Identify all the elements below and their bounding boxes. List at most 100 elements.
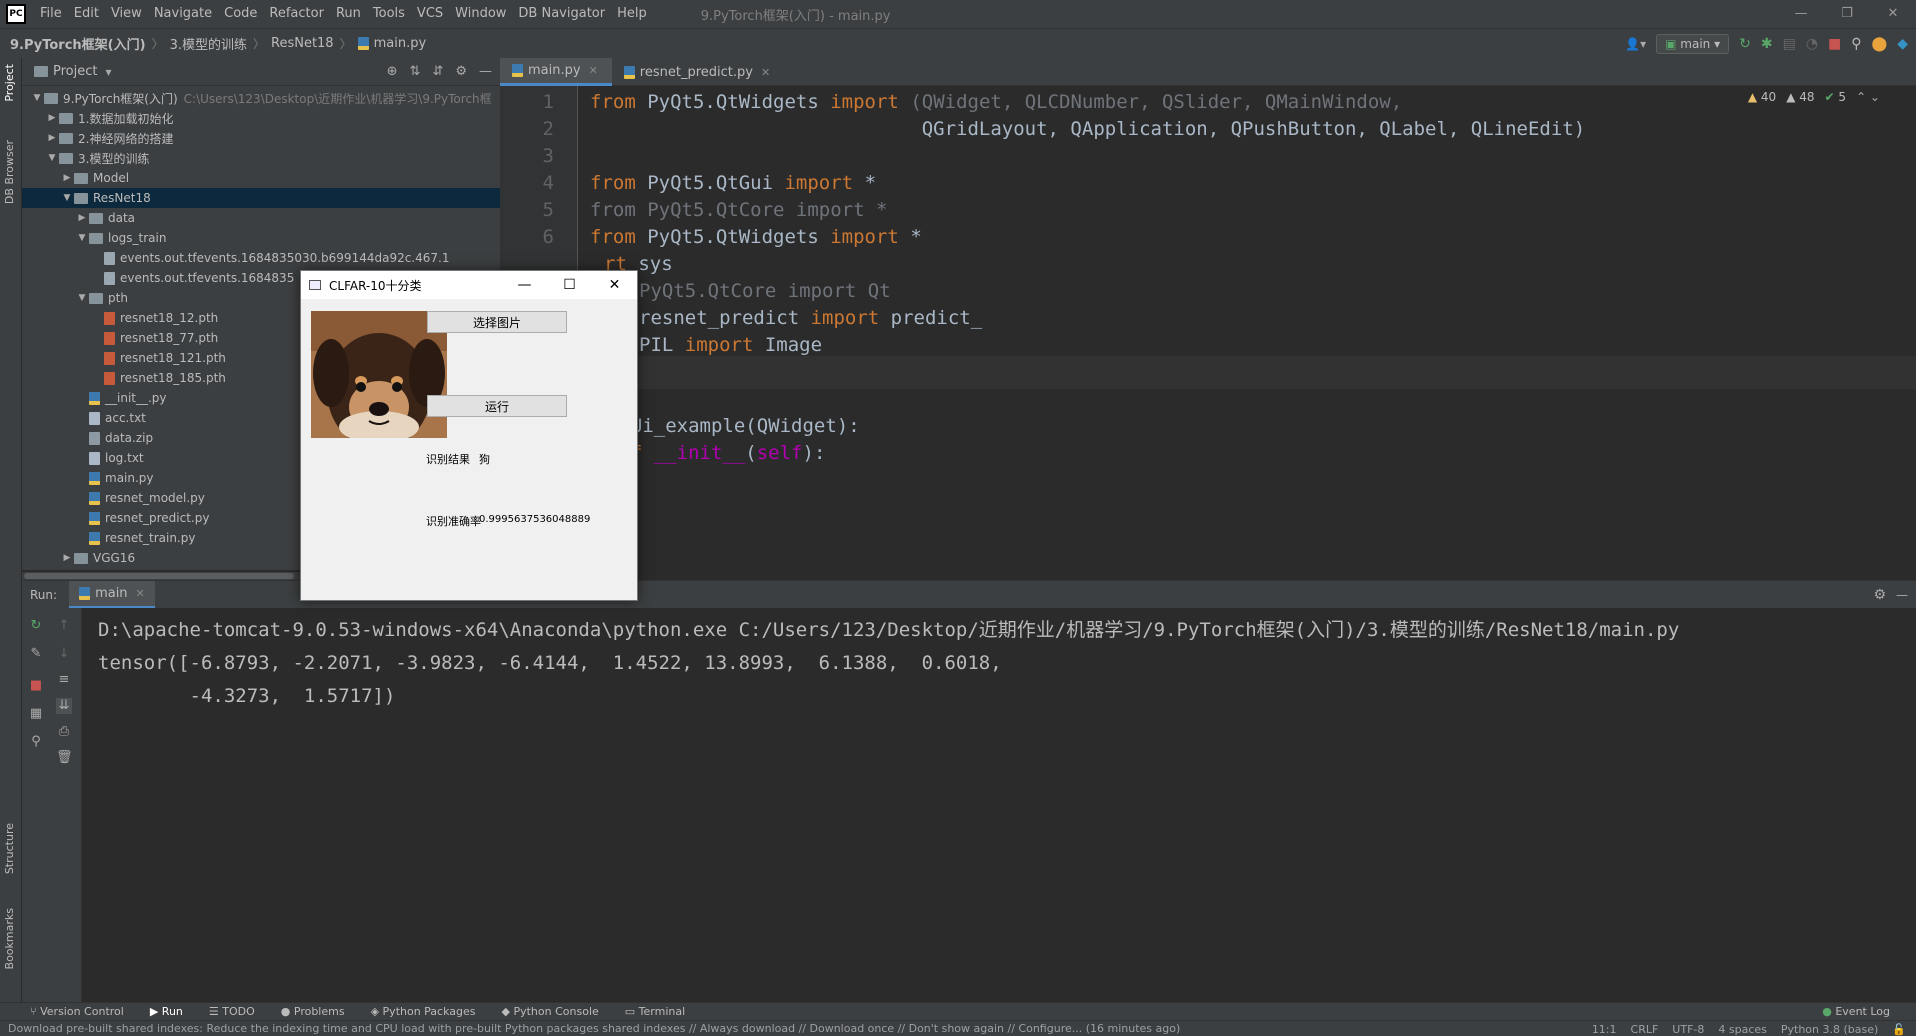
menu-file[interactable]: File — [34, 0, 68, 28]
chevron-right-icon[interactable]: ▶ — [45, 133, 59, 143]
chevron-down-icon[interactable]: ▼ — [75, 293, 89, 303]
menu-help[interactable]: Help — [611, 0, 653, 28]
tab-python-console[interactable]: ◆ Python Console — [502, 1005, 599, 1018]
plugin-icon[interactable]: ◆ — [1897, 36, 1908, 52]
code-editor[interactable]: ▲ 40 ▲ 48 ✔ 5 ⌃ ⌄ from PyQt5.QtWidgets i… — [578, 86, 1916, 570]
wrench-icon[interactable]: ✎ — [28, 646, 44, 662]
hide-icon[interactable]: — — [1896, 588, 1908, 602]
tree-file[interactable]: events.out.tfevents.1684835030.b699144da… — [22, 248, 500, 268]
close-tab-icon[interactable]: ✕ — [136, 587, 145, 600]
expand-all-icon[interactable]: ⇅ — [410, 64, 421, 79]
chevron-right-icon[interactable]: ▶ — [75, 213, 89, 223]
project-tool-tab[interactable]: Project — [3, 64, 16, 102]
print-icon[interactable]: ⎙ — [56, 724, 72, 740]
tab-python-packages[interactable]: ◈ Python Packages — [371, 1005, 476, 1018]
menu-view[interactable]: View — [105, 0, 148, 28]
scroll-end-icon[interactable]: ⇊ — [56, 698, 72, 714]
layout-icon[interactable]: ▦ — [28, 706, 44, 722]
menu-navigate[interactable]: Navigate — [148, 0, 218, 28]
tree-folder[interactable]: ▶ data — [22, 208, 500, 228]
chevron-down-icon[interactable]: ▼ — [45, 153, 59, 163]
search-icon[interactable]: ⚲ — [1851, 36, 1861, 52]
breadcrumb-project[interactable]: 9.PyTorch框架(入门) — [10, 34, 146, 53]
close-icon[interactable]: ✕ — [1870, 0, 1916, 28]
breadcrumb-subfolder[interactable]: ResNet18 — [271, 36, 334, 51]
chevron-right-icon[interactable]: ▶ — [60, 173, 74, 183]
status-message[interactable]: Download pre-built shared indexes: Reduc… — [8, 1022, 1180, 1035]
rerun-icon[interactable]: ↻ — [1739, 36, 1751, 52]
gear-icon[interactable]: ⚙ — [455, 64, 467, 79]
caret-position[interactable]: 11:1 — [1592, 1023, 1617, 1036]
run-tab-main[interactable]: main ✕ — [69, 580, 155, 609]
bookmarks-tool-tab[interactable]: Bookmarks — [3, 908, 16, 969]
file-encoding[interactable]: UTF-8 — [1672, 1023, 1704, 1036]
project-panel-title[interactable]: Project — [53, 64, 97, 79]
menu-code[interactable]: Code — [218, 0, 263, 28]
tree-folder[interactable]: ▼ 3.模型的训练 — [22, 148, 500, 168]
tab-version-control[interactable]: ⑂ Version Control — [30, 1005, 124, 1018]
soft-wrap-icon[interactable]: ≡ — [56, 672, 72, 688]
menu-run[interactable]: Run — [330, 0, 367, 28]
pin-icon[interactable]: ⚲ — [28, 734, 44, 750]
python-interpreter[interactable]: Python 3.8 (base) — [1781, 1023, 1878, 1036]
debug-icon[interactable]: ✱ — [1761, 36, 1773, 52]
chevron-down-icon[interactable]: ▼ — [60, 193, 74, 203]
trash-icon[interactable]: 🗑 — [56, 750, 73, 766]
db-browser-tool-tab[interactable]: DB Browser — [3, 140, 16, 204]
inspection-widget[interactable]: ▲ 40 ▲ 48 ✔ 5 ⌃ ⌄ — [1748, 90, 1880, 104]
tree-folder[interactable]: ▶ Model — [22, 168, 500, 188]
close-tab-icon[interactable]: ✕ — [761, 66, 770, 79]
maximize-icon[interactable]: ☐ — [547, 271, 592, 299]
tree-folder[interactable]: ▶ 1.数据加载初始化 — [22, 108, 500, 128]
menu-window[interactable]: Window — [449, 0, 512, 28]
coverage-icon[interactable]: ▤ — [1783, 36, 1796, 52]
up-icon[interactable]: ↑ — [56, 618, 72, 634]
menu-db-navigator[interactable]: DB Navigator — [512, 0, 611, 28]
tree-folder[interactable]: ▼ 9.PyTorch框架(入门) C:\Users\123\Desktop\近期作… — [22, 88, 500, 108]
chevron-down-icon[interactable]: ▼ — [75, 233, 89, 243]
locate-icon[interactable]: ⊕ — [387, 64, 398, 79]
menu-vcs[interactable]: VCS — [411, 0, 449, 28]
select-image-button[interactable]: 选择图片 — [427, 311, 567, 333]
menu-refactor[interactable]: Refactor — [263, 0, 330, 28]
user-icon[interactable]: 👤▾ — [1625, 37, 1646, 51]
line-separator[interactable]: CRLF — [1631, 1023, 1659, 1036]
tree-folder[interactable]: ▼ ResNet18 — [22, 188, 500, 208]
lock-icon[interactable]: 🔓 — [1892, 1023, 1906, 1036]
breadcrumb-folder[interactable]: 3.模型的训练 — [170, 34, 247, 53]
chevron-right-icon[interactable]: ▶ — [45, 113, 59, 123]
tab-problems[interactable]: ● Problems — [281, 1005, 345, 1018]
minimize-icon[interactable]: — — [1778, 0, 1824, 28]
run-console[interactable]: D:\apache-tomcat-9.0.53-windows-x64\Anac… — [82, 608, 1916, 1002]
event-log-button[interactable]: ● Event Log — [1822, 1005, 1890, 1018]
update-icon[interactable]: ⬤ — [1872, 36, 1888, 52]
profile-icon[interactable]: ◔ — [1806, 36, 1818, 52]
qt-title-bar[interactable]: CLFAR-10十分类 — ☐ ✕ — [301, 271, 637, 299]
structure-tool-tab[interactable]: Structure — [3, 823, 16, 874]
stop-icon[interactable]: ■ — [1828, 36, 1841, 52]
tab-resnet-predict-py[interactable]: resnet_predict.py ✕ — [612, 58, 784, 86]
hide-icon[interactable]: — — [479, 64, 492, 79]
breadcrumb-file[interactable]: main.py — [374, 36, 427, 51]
run-button[interactable]: 运行 — [427, 395, 567, 417]
tab-todo[interactable]: ☰ TODO — [209, 1005, 255, 1018]
indent-setting[interactable]: 4 spaces — [1718, 1023, 1767, 1036]
close-tab-icon[interactable]: ✕ — [589, 64, 598, 77]
tab-terminal[interactable]: ▭ Terminal — [625, 1005, 685, 1018]
close-icon[interactable]: ✕ — [592, 271, 637, 299]
tab-main-py[interactable]: main.py ✕ — [500, 58, 612, 86]
tree-folder[interactable]: ▶ 2.神经网络的搭建 — [22, 128, 500, 148]
run-config-select[interactable]: ▣ main ▾ — [1656, 34, 1730, 54]
collapse-all-icon[interactable]: ⇵ — [432, 64, 443, 79]
chevron-down-icon[interactable]: ▾ — [105, 65, 111, 79]
tab-run[interactable]: ▶ Run — [150, 1005, 183, 1018]
tree-folder[interactable]: ▼ logs_train — [22, 228, 500, 248]
menu-edit[interactable]: Edit — [68, 0, 105, 28]
menu-tools[interactable]: Tools — [367, 0, 411, 28]
minimize-icon[interactable]: — — [502, 271, 547, 299]
down-icon[interactable]: ↓ — [56, 646, 72, 662]
chevron-right-icon[interactable]: ▶ — [60, 553, 74, 563]
stop-icon[interactable]: ■ — [28, 678, 44, 694]
restore-icon[interactable]: ❐ — [1824, 0, 1870, 28]
chevron-down-icon[interactable]: ▼ — [30, 93, 44, 103]
